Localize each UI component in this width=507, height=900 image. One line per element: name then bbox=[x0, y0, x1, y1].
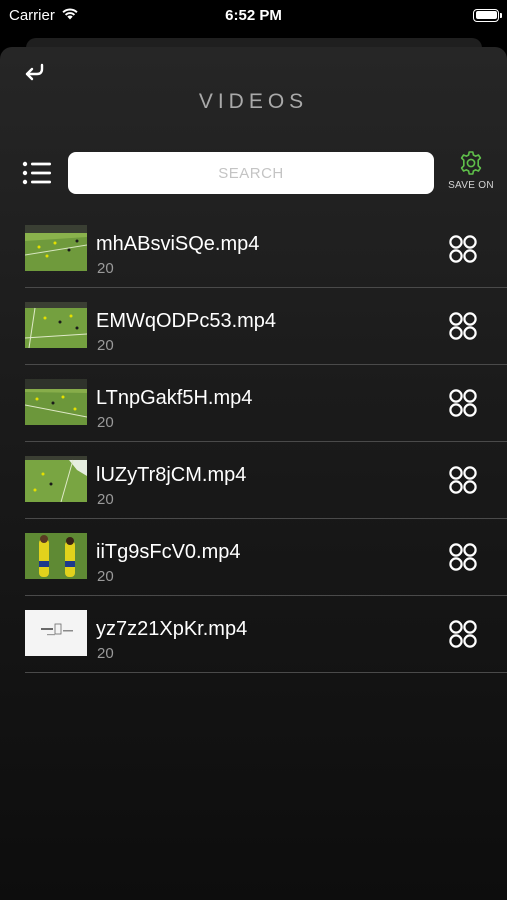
video-thumbnail bbox=[25, 302, 87, 348]
page-title: VIDEOS bbox=[198, 90, 309, 113]
video-count: 20 bbox=[97, 337, 114, 354]
status-time: 6:52 PM bbox=[225, 6, 282, 24]
list-menu-button[interactable] bbox=[20, 158, 54, 188]
four-circles-icon bbox=[449, 543, 477, 571]
video-thumbnail bbox=[25, 456, 87, 502]
save-status-label: SAVE ON bbox=[448, 180, 494, 191]
video-options-button[interactable] bbox=[447, 310, 479, 342]
video-count: 20 bbox=[97, 260, 114, 277]
video-name: EMWqODPc53.mp4 bbox=[96, 310, 277, 332]
wifi-icon bbox=[61, 7, 79, 24]
status-bar: Carrier 6:52 PM bbox=[0, 0, 507, 30]
video-thumbnail bbox=[25, 610, 87, 656]
video-name: yz7z21XpKr.mp4 bbox=[96, 618, 248, 640]
four-circles-icon bbox=[449, 312, 477, 340]
video-thumbnail bbox=[25, 225, 87, 271]
video-options-button[interactable] bbox=[447, 464, 479, 496]
four-circles-icon bbox=[449, 389, 477, 417]
list-icon bbox=[22, 161, 51, 185]
gear-icon bbox=[460, 151, 482, 175]
back-button[interactable] bbox=[22, 60, 50, 86]
video-thumbnail bbox=[25, 379, 87, 425]
four-circles-icon bbox=[449, 235, 477, 263]
video-list: mhABsviSQe.mp4 20 EMWqODPc53.mp4 20 LTnp… bbox=[25, 211, 507, 673]
video-count: 20 bbox=[97, 491, 114, 508]
video-list-item[interactable]: LTnpGakf5H.mp4 20 bbox=[25, 365, 507, 442]
video-name: mhABsviSQe.mp4 bbox=[96, 233, 260, 255]
video-name: iiTg9sFcV0.mp4 bbox=[96, 541, 241, 563]
return-arrow-icon bbox=[25, 63, 44, 81]
video-list-item[interactable]: EMWqODPc53.mp4 20 bbox=[25, 288, 507, 365]
video-count: 20 bbox=[97, 414, 114, 431]
video-name: lUZyTr8jCM.mp4 bbox=[96, 464, 247, 486]
video-count: 20 bbox=[97, 645, 114, 662]
four-circles-icon bbox=[449, 620, 477, 648]
search-input[interactable] bbox=[68, 152, 434, 194]
battery-icon bbox=[473, 8, 502, 22]
video-options-button[interactable] bbox=[447, 541, 479, 573]
video-count: 20 bbox=[97, 568, 114, 585]
video-list-item[interactable]: yz7z21XpKr.mp4 20 bbox=[25, 596, 507, 673]
video-thumbnail bbox=[25, 533, 87, 579]
video-options-button[interactable] bbox=[447, 387, 479, 419]
save-toggle-button[interactable]: SAVE ON bbox=[443, 150, 499, 196]
video-name: LTnpGakf5H.mp4 bbox=[96, 387, 253, 409]
video-list-item[interactable]: mhABsviSQe.mp4 20 bbox=[25, 211, 507, 288]
video-list-item[interactable]: lUZyTr8jCM.mp4 20 bbox=[25, 442, 507, 519]
carrier-label: Carrier bbox=[9, 6, 55, 24]
video-options-button[interactable] bbox=[447, 233, 479, 265]
video-list-item[interactable]: iiTg9sFcV0.mp4 20 bbox=[25, 519, 507, 596]
status-left: Carrier bbox=[9, 7, 79, 24]
four-circles-icon bbox=[449, 466, 477, 494]
video-options-button[interactable] bbox=[447, 618, 479, 650]
